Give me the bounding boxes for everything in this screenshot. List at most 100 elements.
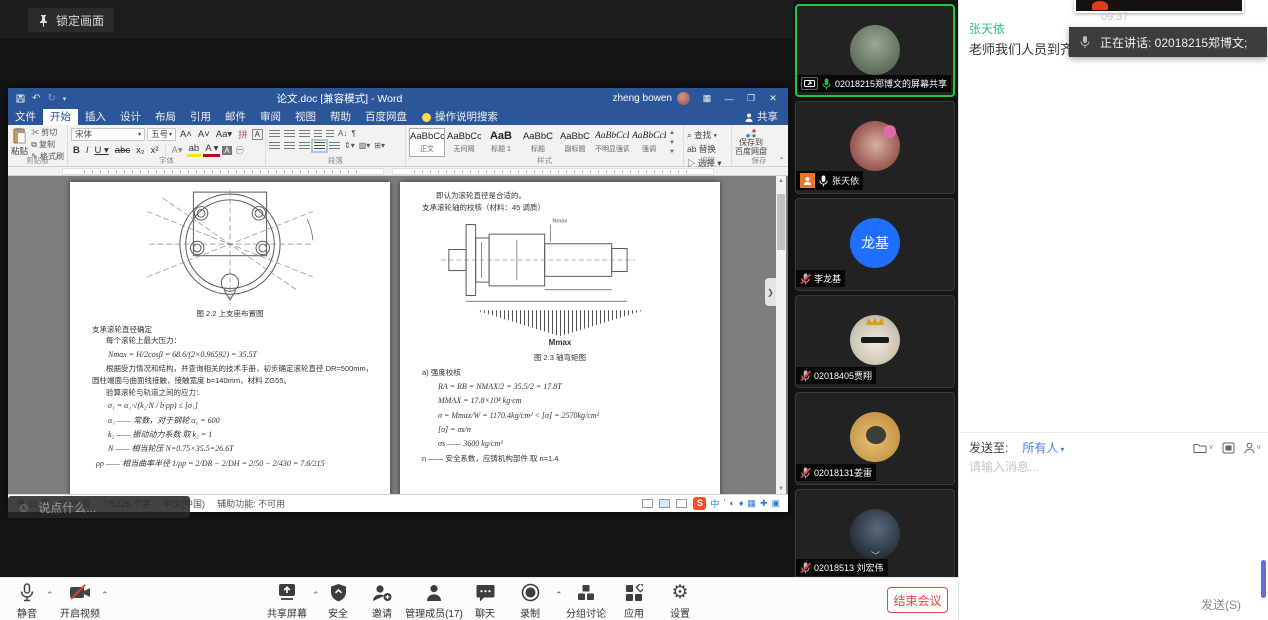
style-normal[interactable]: AaBbCcD正文: [409, 128, 445, 157]
pilcrow-icon[interactable]: ¶: [351, 129, 355, 138]
enclose-char-icon[interactable]: ㊀: [234, 145, 246, 156]
pin-view-button[interactable]: 锁定画面: [28, 8, 114, 32]
numbered-list-icon[interactable]: [284, 130, 295, 138]
increase-indent-icon[interactable]: [326, 130, 334, 138]
align-center-icon[interactable]: [284, 142, 295, 150]
tab-layout[interactable]: 布局: [148, 109, 183, 125]
justify-icon[interactable]: [314, 142, 325, 150]
clear-format-icon[interactable]: 拼: [236, 127, 250, 141]
text-effects-icon[interactable]: A▾: [170, 145, 185, 156]
strikethrough-button[interactable]: abc: [113, 145, 132, 156]
close-button[interactable]: ✕: [762, 93, 784, 104]
horizontal-ruler[interactable]: [8, 167, 788, 176]
participant-tile[interactable]: 02018405贾翔: [795, 295, 955, 388]
tab-references[interactable]: 引用: [183, 109, 218, 125]
chat-message-input[interactable]: [969, 458, 1257, 558]
paste-button[interactable]: 粘贴: [11, 127, 28, 157]
find-button[interactable]: ⌕ 查找 ▾: [687, 129, 722, 141]
shading-icon[interactable]: ▨▾: [359, 141, 371, 150]
ime-toolbox-icon[interactable]: ✚: [760, 498, 768, 509]
replace-button[interactable]: ab 替换: [687, 143, 722, 155]
tab-file[interactable]: 文件: [8, 109, 43, 125]
tab-review[interactable]: 审阅: [253, 109, 288, 125]
tab-home[interactable]: 开始: [43, 109, 78, 125]
ime-keyboard-icon[interactable]: ▦: [747, 498, 756, 509]
shrink-font-icon[interactable]: A˅: [196, 129, 212, 140]
web-layout-icon[interactable]: [676, 499, 687, 508]
word-vertical-scrollbar[interactable]: ▲ ▼: [776, 176, 786, 494]
tab-view[interactable]: 视图: [288, 109, 323, 125]
change-case-icon[interactable]: Aa▾: [214, 129, 234, 140]
save-icon[interactable]: [16, 94, 25, 103]
document-page-left[interactable]: 图 2.2 上支座布置图 支承滚轮直径确定 每个滚轮上最大压力： Nmax = …: [70, 182, 390, 494]
line-spacing-icon[interactable]: ⇕▾: [344, 141, 355, 150]
video-options-chevron[interactable]: ⌃: [101, 590, 109, 601]
sogou-logo-icon[interactable]: S: [693, 497, 706, 510]
tell-me-search[interactable]: 操作说明搜索: [422, 109, 498, 125]
collapse-ribbon-icon[interactable]: ⌃: [778, 156, 785, 165]
align-right-icon[interactable]: [299, 142, 310, 150]
participant-tile[interactable]: 02018131姜雷: [795, 392, 955, 485]
bold-button[interactable]: B: [71, 145, 82, 156]
word-account[interactable]: zheng bowen: [613, 92, 691, 105]
sort-icon[interactable]: A↓: [338, 129, 347, 138]
share-button[interactable]: 共享: [745, 109, 778, 125]
char-shading-icon[interactable]: A: [222, 146, 231, 155]
participant-tile[interactable]: 张天依: [795, 101, 955, 194]
style-title[interactable]: AaBbC标题: [520, 128, 556, 157]
ime-punctuation-icon[interactable]: ʼ: [723, 498, 725, 508]
participant-tile[interactable]: 02018513 刘宏伟: [795, 489, 955, 577]
document-page-right[interactable]: 即认为滚轮直径是合适的。 支承滚轮轴的校核（材料：45 调质）: [400, 182, 720, 494]
send-button[interactable]: 发送(S): [1201, 596, 1241, 613]
borders-icon[interactable]: ⊞▾: [374, 141, 385, 150]
tab-mailings[interactable]: 邮件: [218, 109, 253, 125]
tab-baidu-netdisk[interactable]: 百度网盘: [358, 109, 414, 125]
styles-gallery-scroll[interactable]: ▲▼▼: [668, 128, 676, 157]
style-subtle-emphasis[interactable]: AaBbCcD不明显强调: [594, 128, 630, 157]
scrollbar-thumb[interactable]: [777, 194, 785, 250]
style-no-spacing[interactable]: AaBbCcD无间隔: [446, 128, 482, 157]
start-video-button[interactable]: 开启视频: [44, 582, 116, 620]
screenshot-icon[interactable]: [1222, 442, 1235, 454]
align-left-icon[interactable]: [269, 142, 280, 150]
quick-chat-overlay[interactable]: ☺ 说点什么...: [8, 496, 190, 518]
ime-mic-icon[interactable]: ♦: [739, 498, 744, 508]
end-meeting-button[interactable]: 结束会议: [887, 587, 948, 613]
ime-fullwidth-icon[interactable]: ◐: [729, 498, 734, 508]
settings-button[interactable]: ⚙ 设置: [644, 582, 716, 620]
distribute-icon[interactable]: [329, 142, 340, 150]
copy-button[interactable]: ⧉ 复制: [31, 139, 64, 150]
print-layout-icon[interactable]: [659, 499, 670, 508]
cut-button[interactable]: ✂ 剪切: [31, 127, 64, 138]
participant-tile-sharing[interactable]: 02018215郑博文的屏幕共享: [795, 4, 955, 97]
grow-font-icon[interactable]: A˄: [178, 129, 194, 140]
undo-icon[interactable]: ↶: [32, 93, 40, 104]
decrease-indent-icon[interactable]: [314, 130, 322, 138]
subscript-button[interactable]: x₂: [134, 145, 146, 156]
accessibility-status[interactable]: 辅助功能: 不可用: [217, 497, 285, 510]
mention-person-icon[interactable]: ˅: [1244, 442, 1261, 454]
tab-insert[interactable]: 插入: [78, 109, 113, 125]
ime-skin-icon[interactable]: ▣: [771, 498, 780, 509]
multilevel-list-icon[interactable]: [299, 130, 310, 138]
minimize-button[interactable]: —: [718, 94, 740, 104]
redo-icon[interactable]: ↻: [47, 93, 55, 104]
scroll-down-arrow[interactable]: ▼: [776, 484, 786, 494]
scroll-up-arrow[interactable]: ▲: [776, 176, 786, 186]
font-name-select[interactable]: 宋体▾: [71, 128, 145, 141]
bullet-list-icon[interactable]: [269, 130, 280, 138]
panel-expand-tab[interactable]: ❯: [765, 278, 776, 306]
style-heading1[interactable]: AaB标题 1: [483, 128, 519, 157]
font-size-select[interactable]: 五号▾: [147, 128, 176, 141]
chat-image-attachment[interactable]: [1074, 0, 1244, 13]
participant-tile[interactable]: 龙基 李龙基: [795, 198, 955, 291]
chat-scrollbar-thumb[interactable]: [1261, 560, 1266, 598]
style-subtitle[interactable]: AaBbC副标题: [557, 128, 593, 157]
send-to-dropdown[interactable]: 所有人▾: [1022, 439, 1064, 456]
restore-button[interactable]: ❐: [740, 93, 762, 104]
chevron-down-icon[interactable]: ﹀: [871, 552, 880, 561]
style-emphasis[interactable]: AaBbCcD强调: [631, 128, 667, 157]
chat-sender-name[interactable]: 张天依: [969, 20, 1005, 37]
save-to-baidu-button[interactable]: 保存到 百度网盘: [735, 127, 767, 157]
tab-design[interactable]: 设计: [113, 109, 148, 125]
